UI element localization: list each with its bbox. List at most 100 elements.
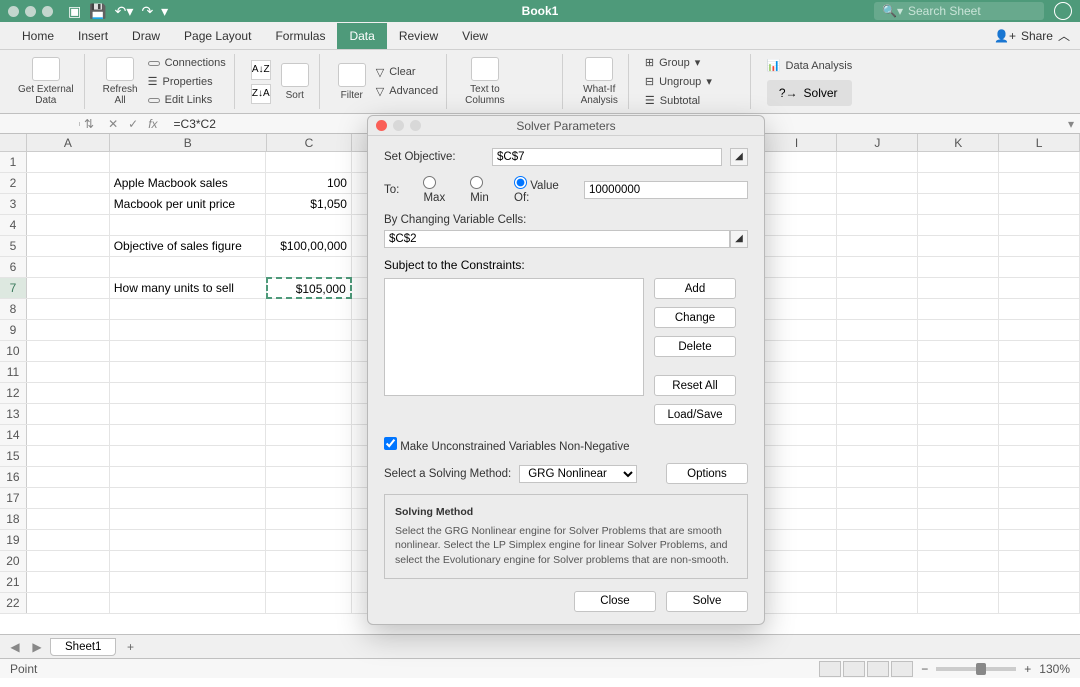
cell-K7[interactable]: [918, 278, 999, 298]
name-box-stepper[interactable]: ⇅: [80, 117, 98, 131]
cell-I2[interactable]: [756, 173, 837, 193]
sheet-tab-1[interactable]: Sheet1: [50, 638, 116, 656]
cell-J1[interactable]: [837, 152, 918, 172]
cell-J18[interactable]: [837, 509, 918, 529]
changing-cells-range-button[interactable]: ◢: [730, 230, 748, 248]
save-icon2[interactable]: 💾: [89, 3, 106, 20]
cell-I10[interactable]: [756, 341, 837, 361]
set-objective-input[interactable]: [492, 148, 722, 166]
cell-C19[interactable]: [266, 530, 352, 550]
group-button[interactable]: ⊞Group ▾: [645, 54, 712, 71]
row-header-18[interactable]: 18: [0, 509, 27, 529]
col-header-c[interactable]: C: [267, 134, 353, 151]
cell-A15[interactable]: [27, 446, 110, 466]
cell-L15[interactable]: [999, 446, 1080, 466]
cell-C15[interactable]: [266, 446, 352, 466]
cell-J10[interactable]: [837, 341, 918, 361]
col-header-b[interactable]: B: [110, 134, 267, 151]
tab-data[interactable]: Data: [337, 23, 386, 49]
cell-B22[interactable]: [110, 593, 267, 613]
cell-J20[interactable]: [837, 551, 918, 571]
refresh-all-button[interactable]: Refresh All: [101, 55, 140, 108]
cell-J9[interactable]: [837, 320, 918, 340]
row-header-12[interactable]: 12: [0, 383, 27, 403]
row-header-10[interactable]: 10: [0, 341, 27, 361]
custom-view-button[interactable]: [891, 661, 913, 677]
cell-B16[interactable]: [110, 467, 267, 487]
cell-A3[interactable]: [27, 194, 110, 214]
cell-J12[interactable]: [837, 383, 918, 403]
dialog-window-controls[interactable]: [376, 120, 421, 131]
filter-button[interactable]: Filter: [336, 61, 368, 103]
cell-J22[interactable]: [837, 593, 918, 613]
cell-B13[interactable]: [110, 404, 267, 424]
cancel-formula-icon[interactable]: ✕: [108, 117, 118, 131]
text-to-columns-button[interactable]: Text to Columns: [463, 55, 506, 108]
max-radio[interactable]: Max: [423, 176, 458, 204]
flash-fill-icon[interactable]: [515, 63, 533, 81]
changing-cells-input[interactable]: [384, 230, 730, 248]
cell-C4[interactable]: [266, 215, 352, 235]
cell-L7[interactable]: [999, 278, 1080, 298]
save-icon[interactable]: ▣: [68, 3, 81, 20]
row-header-19[interactable]: 19: [0, 530, 27, 550]
cell-C8[interactable]: [266, 299, 352, 319]
cell-I21[interactable]: [756, 572, 837, 592]
qat-more-icon[interactable]: ▾: [161, 3, 168, 20]
cell-B5[interactable]: Objective of sales figure: [110, 236, 267, 256]
collapse-ribbon-icon[interactable]: ︿: [1058, 27, 1070, 44]
cell-L11[interactable]: [999, 362, 1080, 382]
cell-K5[interactable]: [918, 236, 999, 256]
cell-A1[interactable]: [27, 152, 110, 172]
cell-C21[interactable]: [266, 572, 352, 592]
cell-K15[interactable]: [918, 446, 999, 466]
row-header-14[interactable]: 14: [0, 425, 27, 445]
cell-C17[interactable]: [266, 488, 352, 508]
cell-J16[interactable]: [837, 467, 918, 487]
cell-A5[interactable]: [27, 236, 110, 256]
normal-view-button[interactable]: [819, 661, 841, 677]
sort-desc-button[interactable]: Z↓A: [251, 84, 271, 104]
add-button[interactable]: Add: [654, 278, 736, 299]
cell-C2[interactable]: 100: [266, 173, 352, 193]
cell-I9[interactable]: [756, 320, 837, 340]
share-button[interactable]: 👤+ Share ︿: [994, 27, 1070, 44]
cell-L22[interactable]: [999, 593, 1080, 613]
what-if-button[interactable]: What-If Analysis: [579, 55, 620, 108]
undo-icon[interactable]: ↶▾: [115, 3, 134, 20]
cell-K20[interactable]: [918, 551, 999, 571]
cell-A4[interactable]: [27, 215, 110, 235]
cell-J2[interactable]: [837, 173, 918, 193]
cell-I8[interactable]: [756, 299, 837, 319]
solve-button[interactable]: Solve: [666, 591, 748, 612]
cell-I11[interactable]: [756, 362, 837, 382]
redo-icon[interactable]: ↷: [141, 3, 153, 20]
zoom-slider[interactable]: [936, 667, 1016, 671]
cell-L1[interactable]: [999, 152, 1080, 172]
remove-dup-icon[interactable]: [536, 63, 554, 81]
cell-I19[interactable]: [756, 530, 837, 550]
cell-I22[interactable]: [756, 593, 837, 613]
cell-I6[interactable]: [756, 257, 837, 277]
cell-K6[interactable]: [918, 257, 999, 277]
cell-L12[interactable]: [999, 383, 1080, 403]
cell-A18[interactable]: [27, 509, 110, 529]
cell-I13[interactable]: [756, 404, 837, 424]
cell-B7[interactable]: How many units to sell: [110, 278, 267, 298]
zoom-in-button[interactable]: +: [1024, 662, 1031, 676]
cell-J17[interactable]: [837, 488, 918, 508]
cell-K18[interactable]: [918, 509, 999, 529]
cell-L14[interactable]: [999, 425, 1080, 445]
cell-A22[interactable]: [27, 593, 110, 613]
cell-J15[interactable]: [837, 446, 918, 466]
clear-button[interactable]: ▽Clear: [376, 64, 438, 81]
cell-C5[interactable]: $100,00,000: [266, 236, 352, 256]
cell-I3[interactable]: [756, 194, 837, 214]
cell-B8[interactable]: [110, 299, 267, 319]
cell-L16[interactable]: [999, 467, 1080, 487]
cell-A7[interactable]: [27, 278, 110, 298]
cell-I12[interactable]: [756, 383, 837, 403]
search-sheet-input[interactable]: 🔍▾ Search Sheet: [874, 2, 1044, 20]
delete-button[interactable]: Delete: [654, 336, 736, 357]
row-header-16[interactable]: 16: [0, 467, 27, 487]
